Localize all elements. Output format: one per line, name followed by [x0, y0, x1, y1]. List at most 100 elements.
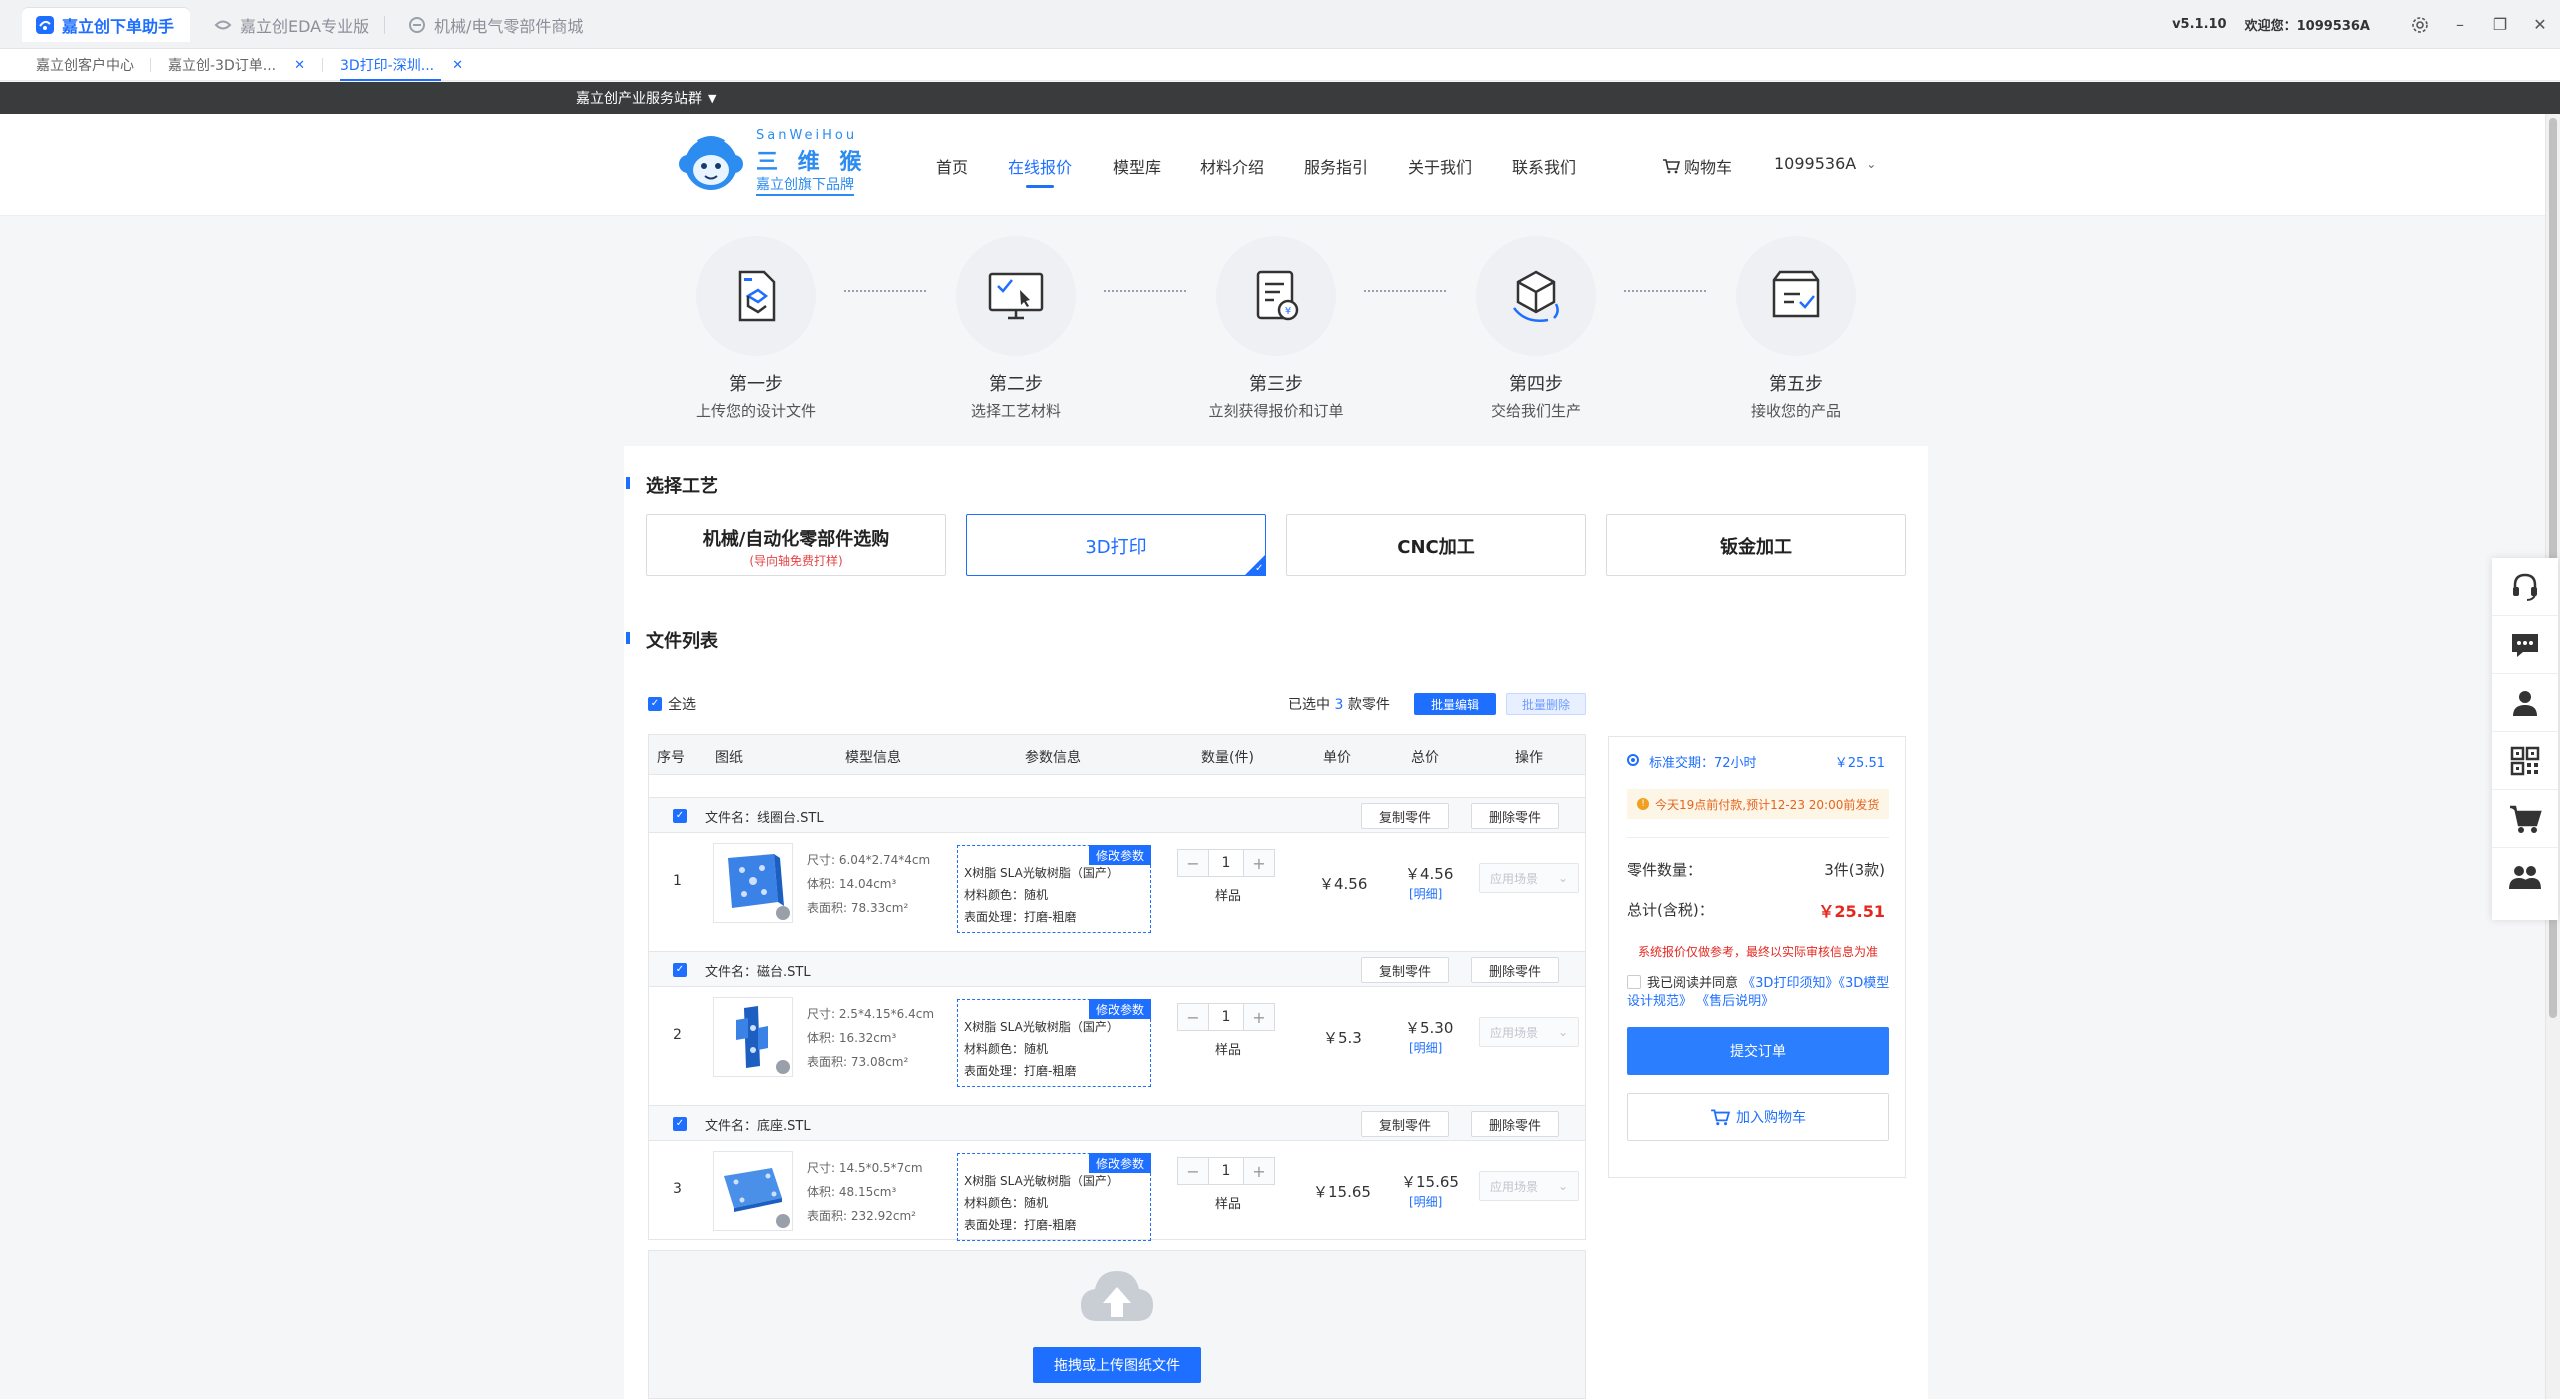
- batch-edit-button[interactable]: 批量编辑: [1414, 693, 1496, 715]
- param-material: X树脂 SLA光敏树脂（国产）: [964, 1020, 1119, 1034]
- qrcode-button[interactable]: [2492, 732, 2558, 790]
- app-tab-eda-pro[interactable]: 嘉立创EDA专业版: [200, 8, 386, 42]
- edit-params-button[interactable]: 修改参数: [1089, 1153, 1151, 1173]
- file-group-header: ✓ 文件名：线圈台.STL 复制零件 删除零件: [649, 797, 1585, 833]
- add-to-cart-button[interactable]: 加入购物车: [1627, 1093, 1889, 1141]
- file-group-header: ✓ 文件名：底座.STL 复制零件 删除零件: [649, 1105, 1585, 1141]
- zoom-icon[interactable]: [776, 1214, 790, 1228]
- delete-part-button[interactable]: 删除零件: [1471, 957, 1559, 983]
- price-detail-link[interactable]: [明细]: [1409, 1193, 1442, 1210]
- parts-count-value: 3件(3款): [1824, 861, 1885, 879]
- sanweihou-logo[interactable]: SanWeiHou 三 维 猴 嘉立创旗下品牌: [676, 128, 876, 200]
- restore-icon[interactable]: ❐: [2480, 0, 2520, 49]
- select-all-checkbox[interactable]: ✓ 全选: [648, 694, 696, 714]
- monitor-select-icon: [988, 272, 1044, 320]
- monkey-logo-icon: [679, 136, 743, 190]
- floating-toolbar: [2492, 558, 2558, 920]
- zoom-icon[interactable]: [776, 906, 790, 920]
- cart-button[interactable]: [2492, 790, 2558, 848]
- delivery-radio[interactable]: [1627, 754, 1639, 766]
- copy-part-button[interactable]: 复制零件: [1361, 803, 1449, 829]
- process-option-sheet-metal[interactable]: 钣金加工: [1606, 514, 1906, 576]
- edit-params-button[interactable]: 修改参数: [1089, 999, 1151, 1019]
- file-checkbox[interactable]: ✓: [673, 963, 687, 977]
- file-checkbox[interactable]: ✓: [673, 809, 687, 823]
- nav-online-quote[interactable]: 在线报价: [1008, 154, 1072, 188]
- apply-scene-select[interactable]: 应用场景 ⌄: [1479, 1017, 1579, 1047]
- delivery-option[interactable]: 标准交期：72小时: [1649, 752, 1757, 771]
- apply-scene-label: 应用场景: [1490, 1179, 1539, 1194]
- upload-file-button[interactable]: 拖拽或上传图纸文件: [1033, 1347, 1201, 1383]
- link-3d-print-notice[interactable]: 《3D打印须知》: [1742, 976, 1838, 991]
- nav-about-us[interactable]: 关于我们: [1408, 154, 1472, 178]
- cart-label: 购物车: [1684, 158, 1733, 177]
- order-summary-panel: 标准交期：72小时 ￥25.51 ! 今天19点前付款,预计12-23 20:0…: [1608, 736, 1906, 1178]
- quantity-stepper[interactable]: − 1 +: [1177, 849, 1275, 877]
- quantity-value[interactable]: 1: [1208, 850, 1244, 876]
- part-thumbnail[interactable]: [713, 1151, 793, 1231]
- decrement-button[interactable]: −: [1178, 1158, 1208, 1184]
- message-button[interactable]: [2492, 616, 2558, 674]
- nav-materials[interactable]: 材料介绍: [1200, 154, 1264, 178]
- tab-close-icon[interactable]: ✕: [294, 58, 305, 73]
- submit-order-button[interactable]: 提交订单: [1627, 1027, 1889, 1075]
- nav-home[interactable]: 首页: [936, 154, 968, 178]
- decrement-button[interactable]: −: [1178, 850, 1208, 876]
- app-tab-parts-mall[interactable]: 机械/电气零部件商城: [394, 8, 599, 42]
- process-option-cnc[interactable]: CNC加工: [1286, 514, 1586, 576]
- step-icon-circle: ¥: [1216, 236, 1336, 356]
- file-checkbox[interactable]: ✓: [673, 1117, 687, 1131]
- part-thumbnail[interactable]: [713, 997, 793, 1077]
- app-tab-order-assistant[interactable]: 嘉立创下单助手: [22, 8, 191, 42]
- batch-delete-button[interactable]: 批量删除: [1506, 693, 1586, 715]
- increment-button[interactable]: +: [1244, 1004, 1274, 1030]
- increment-button[interactable]: +: [1244, 1158, 1274, 1184]
- params-box[interactable]: 修改参数 X树脂 SLA光敏树脂（国产） 材料颜色：随机 表面处理：打磨-粗磨: [957, 845, 1151, 933]
- copy-part-button[interactable]: 复制零件: [1361, 1111, 1449, 1137]
- chevron-down-icon: ▼: [708, 91, 717, 105]
- account-button[interactable]: [2492, 674, 2558, 732]
- tab-close-icon[interactable]: ✕: [452, 58, 463, 73]
- params-box[interactable]: 修改参数 X树脂 SLA光敏树脂（国产） 材料颜色：随机 表面处理：打磨-粗磨: [957, 1153, 1151, 1241]
- edit-params-button[interactable]: 修改参数: [1089, 845, 1151, 865]
- minimize-icon[interactable]: –: [2440, 0, 2480, 49]
- apply-scene-select[interactable]: 应用场景 ⌄: [1479, 1171, 1579, 1201]
- delete-part-button[interactable]: 删除零件: [1471, 1111, 1559, 1137]
- price-detail-link[interactable]: [明细]: [1409, 1039, 1442, 1056]
- nav-service-guide[interactable]: 服务指引: [1304, 154, 1368, 178]
- decrement-button[interactable]: −: [1178, 1004, 1208, 1030]
- quantity-stepper[interactable]: − 1 +: [1177, 1157, 1275, 1185]
- close-icon[interactable]: ✕: [2520, 0, 2560, 49]
- delete-part-button[interactable]: 删除零件: [1471, 803, 1559, 829]
- tab-separator: [322, 58, 323, 72]
- quantity-value[interactable]: 1: [1208, 1158, 1244, 1184]
- link-after-sales[interactable]: 《售后说明》: [1696, 994, 1774, 1009]
- upload-dropzone[interactable]: 拖拽或上传图纸文件: [648, 1250, 1586, 1399]
- agree-checkbox[interactable]: [1627, 975, 1641, 989]
- increment-button[interactable]: +: [1244, 850, 1274, 876]
- quantity-stepper[interactable]: − 1 +: [1177, 1003, 1275, 1031]
- price-detail-link[interactable]: [明细]: [1409, 885, 1442, 902]
- browser-tab-customer-center[interactable]: 嘉立创客户中心: [36, 49, 134, 81]
- quantity-value[interactable]: 1: [1208, 1004, 1244, 1030]
- site-group-bar: 嘉立创产业服务站群 ▼: [0, 82, 2560, 114]
- step-title: 第五步: [1769, 374, 1823, 395]
- settings-gear-icon[interactable]: [2400, 0, 2440, 49]
- browser-tab-3d-order[interactable]: 嘉立创-3D订单... ✕: [168, 49, 305, 81]
- site-group-dropdown[interactable]: 嘉立创产业服务站群 ▼: [576, 82, 716, 114]
- nav-model-library[interactable]: 模型库: [1113, 154, 1161, 178]
- params-box[interactable]: 修改参数 X树脂 SLA光敏树脂（国产） 材料颜色：随机 表面处理：打磨-粗磨: [957, 999, 1151, 1087]
- copy-part-button[interactable]: 复制零件: [1361, 957, 1449, 983]
- part-thumbnail[interactable]: [713, 843, 793, 923]
- header-user-menu[interactable]: 1099536A ⌄: [1774, 154, 1876, 173]
- apply-scene-select[interactable]: 应用场景 ⌄: [1479, 863, 1579, 893]
- zoom-icon[interactable]: [776, 1060, 790, 1074]
- nav-contact-us[interactable]: 联系我们: [1512, 154, 1576, 178]
- header-cart-link[interactable]: 购物车: [1662, 154, 1732, 178]
- customer-service-button[interactable]: [2492, 558, 2558, 616]
- process-option-3d-print[interactable]: 3D打印 ✓: [966, 514, 1266, 576]
- process-option-mechanical[interactable]: 机械/自动化零部件选购 (导向轴免费打样): [646, 514, 946, 576]
- browser-tab-3d-print[interactable]: 3D打印-深圳... ✕: [340, 49, 463, 81]
- community-button[interactable]: [2492, 848, 2558, 906]
- chevron-down-icon: ⌄: [1557, 871, 1568, 885]
